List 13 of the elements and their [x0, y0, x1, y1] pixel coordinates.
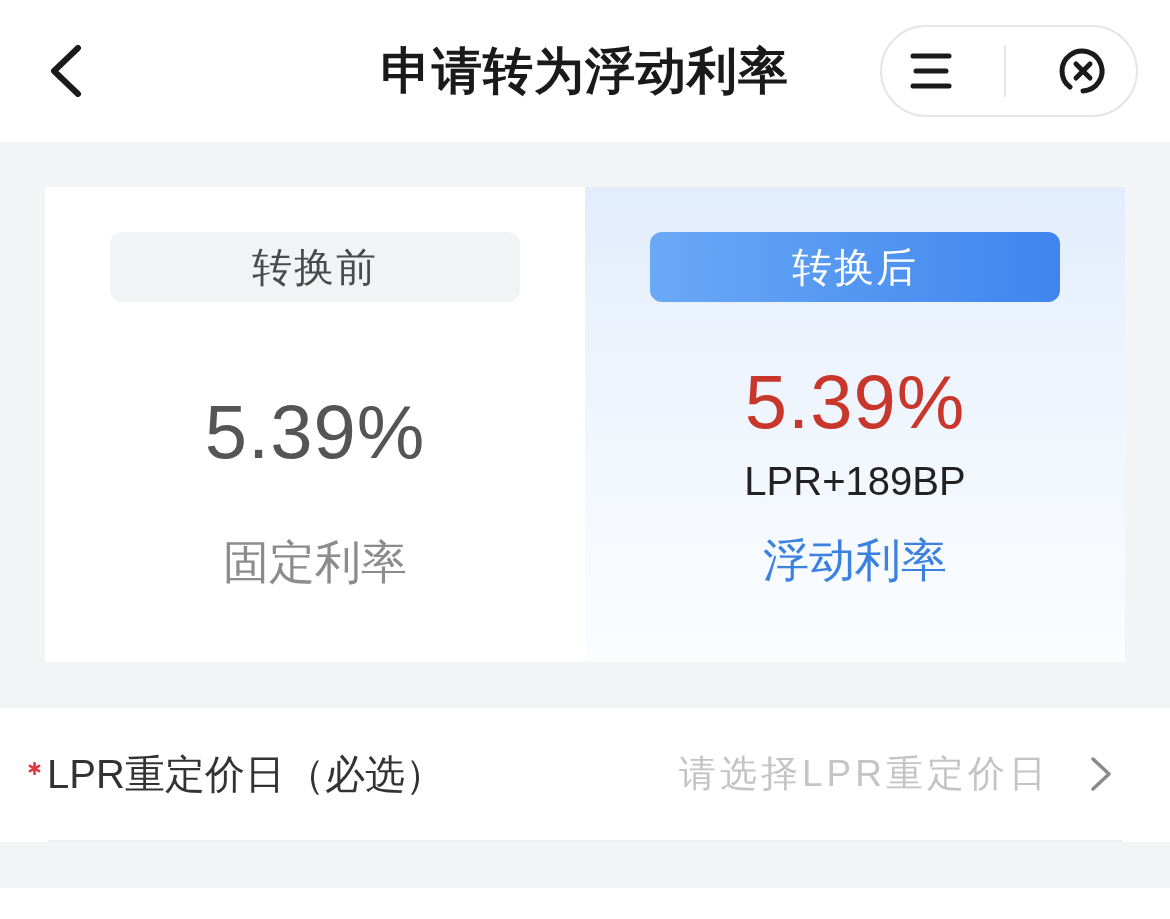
repricing-date-row[interactable]: LPR重定价日（必选） 请选择LPR重定价日 — [0, 708, 1170, 840]
rate-spread: LPR+189BP — [744, 458, 966, 505]
rate-type: 固定利率 — [223, 535, 407, 590]
chevron-right-icon — [1090, 756, 1112, 792]
page-title: 申请转为浮动利率 — [380, 41, 790, 101]
rate-value: 5.39% — [204, 390, 426, 474]
field-label: LPR重定价日（必选） — [47, 750, 445, 798]
rate-type: 浮动利率 — [763, 533, 947, 588]
rate-tab[interactable]: 转换前 — [110, 232, 520, 302]
rate-value: 5.39% — [744, 360, 966, 444]
menu-icon — [910, 53, 952, 89]
date-picker-field[interactable]: 请选择LPR重定价日 — [650, 753, 1050, 795]
back-icon — [48, 45, 84, 97]
